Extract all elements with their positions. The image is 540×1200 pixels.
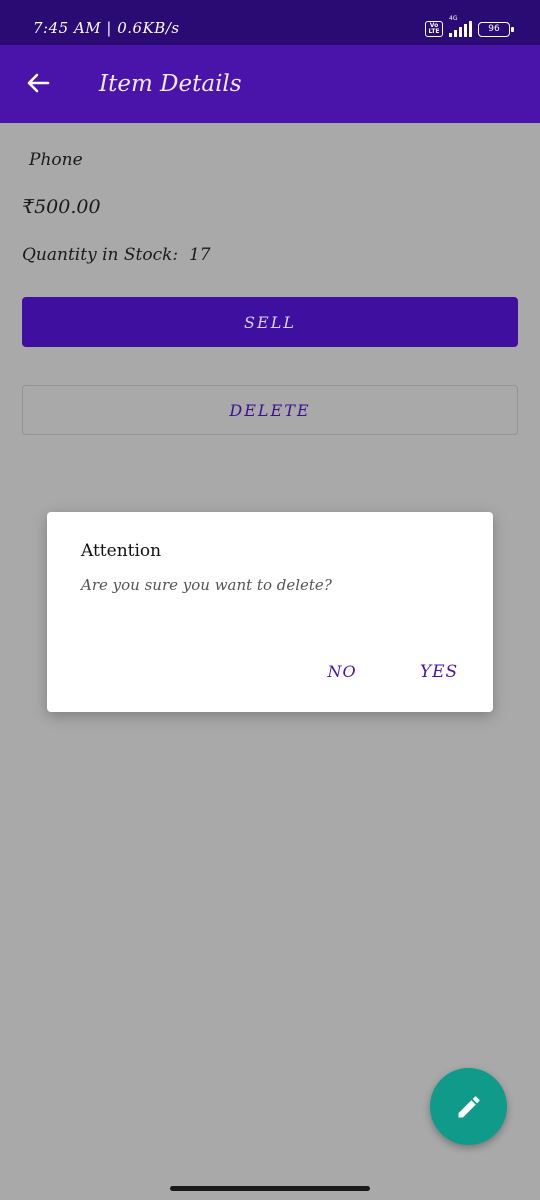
battery-icon: 96	[478, 21, 514, 37]
item-quantity: Quantity in Stock: 17	[22, 245, 211, 265]
signal-icon: 4G	[449, 15, 472, 37]
status-time-speed: 7:45 AM | 0.6KB/s	[33, 19, 180, 37]
dialog-title: Attention	[81, 541, 162, 561]
quantity-label: Quantity in Stock:	[22, 245, 179, 265]
volte-icon: Vo LTE	[425, 21, 443, 37]
edit-pencil-icon	[458, 1095, 480, 1117]
app-bar: Item Details	[0, 45, 540, 123]
sell-button[interactable]: SELL	[22, 297, 518, 347]
delete-confirm-dialog: Attention Are you sure you want to delet…	[47, 512, 493, 712]
status-icons: Vo LTE 4G 96	[425, 15, 514, 38]
dialog-message: Are you sure you want to delete?	[81, 576, 332, 594]
network-type-label: 4G	[449, 15, 458, 22]
delete-button[interactable]: DELETE	[22, 385, 518, 435]
page-title: Item Details	[99, 71, 242, 97]
gesture-nav-handle[interactable]	[170, 1186, 370, 1191]
status-bar: 7:45 AM | 0.6KB/s Vo LTE 4G 96	[0, 0, 540, 45]
back-button[interactable]	[22, 67, 54, 99]
item-name: Phone	[29, 150, 83, 170]
dialog-no-button[interactable]: NO	[317, 662, 367, 688]
dialog-yes-button[interactable]: YES	[413, 662, 465, 688]
arrow-left-icon	[27, 73, 50, 93]
edit-fab-button[interactable]	[430, 1068, 507, 1145]
item-price: ₹500.00	[22, 196, 101, 218]
quantity-value: 17	[188, 245, 211, 265]
